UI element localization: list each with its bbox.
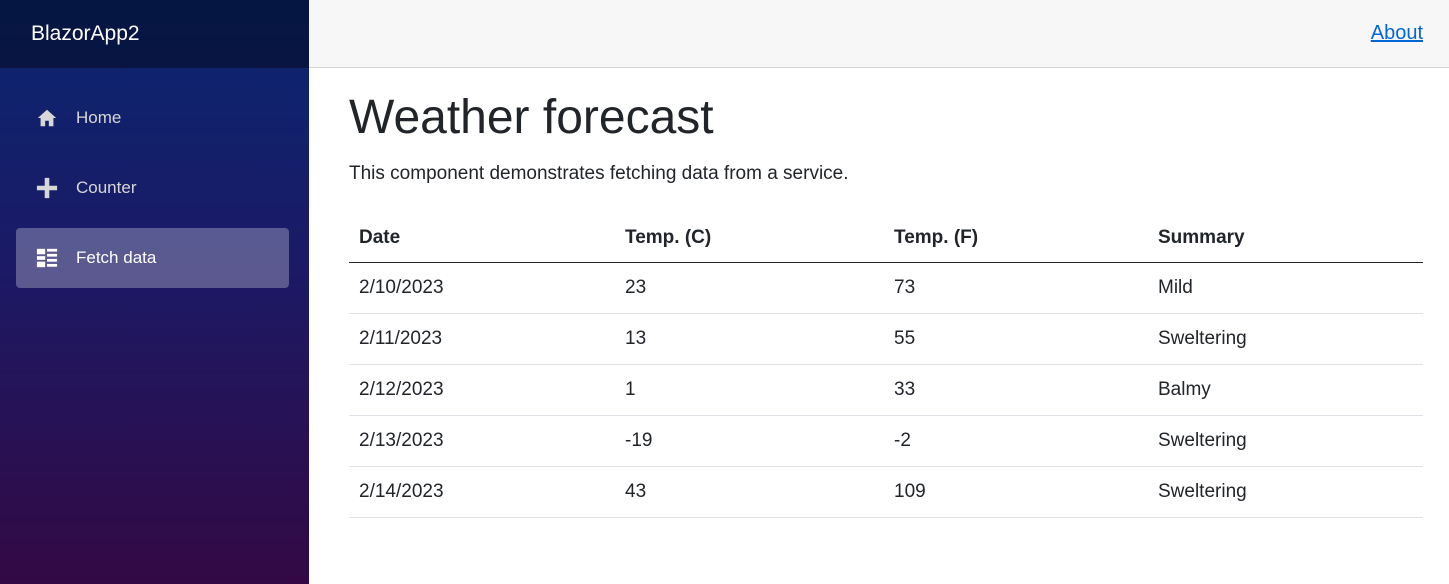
nav-item-home[interactable]: Home xyxy=(16,88,289,148)
nav-item-label: Counter xyxy=(76,178,137,197)
forecast-table: Date Temp. (C) Temp. (F) Summary 2/10/20… xyxy=(349,212,1423,519)
header-temp-f: Temp. (F) xyxy=(884,212,1148,264)
main-area: About Weather forecast This component de… xyxy=(309,0,1449,584)
header-date: Date xyxy=(349,212,615,264)
brand-link[interactable]: BlazorApp2 xyxy=(31,22,140,46)
cell-summary: Sweltering xyxy=(1148,313,1423,366)
list-icon xyxy=(36,247,58,269)
nav-item-label: Fetch data xyxy=(76,248,157,267)
table-row: 2/11/2023 13 55 Sweltering xyxy=(349,313,1423,366)
table-header-row: Date Temp. (C) Temp. (F) Summary xyxy=(349,212,1423,264)
cell-temp-c: 1 xyxy=(615,364,884,417)
cell-temp-f: 109 xyxy=(884,466,1148,519)
brand-bar: BlazorApp2 xyxy=(0,0,309,68)
cell-date: 2/14/2023 xyxy=(349,466,615,519)
page-description: This component demonstrates fetching dat… xyxy=(349,162,849,184)
cell-date: 2/12/2023 xyxy=(349,364,615,417)
cell-summary: Sweltering xyxy=(1148,466,1423,519)
table-row: 2/14/2023 43 109 Sweltering xyxy=(349,466,1423,519)
nav-item-label: Home xyxy=(76,108,122,127)
table-row: 2/13/2023 -19 -2 Sweltering xyxy=(349,415,1423,468)
cell-summary: Sweltering xyxy=(1148,415,1423,468)
cell-temp-f: 73 xyxy=(884,262,1148,315)
cell-temp-c: 23 xyxy=(615,262,884,315)
header-temp-c: Temp. (C) xyxy=(615,212,884,264)
nav-item-counter[interactable]: Counter xyxy=(16,158,289,218)
about-link[interactable]: About xyxy=(1371,22,1423,45)
cell-temp-c: 43 xyxy=(615,466,884,519)
cell-temp-f: 55 xyxy=(884,313,1148,366)
cell-date: 2/10/2023 xyxy=(349,262,615,315)
cell-temp-c: 13 xyxy=(615,313,884,366)
cell-date: 2/13/2023 xyxy=(349,415,615,468)
nav-item-fetch-data[interactable]: Fetch data xyxy=(16,228,289,288)
home-icon xyxy=(36,107,58,129)
page-title: Weather forecast xyxy=(349,91,714,144)
cell-date: 2/11/2023 xyxy=(349,313,615,366)
sidebar: BlazorApp2 Home Counter Fetch data xyxy=(0,0,309,584)
cell-temp-c: -19 xyxy=(615,415,884,468)
cell-summary: Balmy xyxy=(1148,364,1423,417)
table-row: 2/12/2023 1 33 Balmy xyxy=(349,364,1423,417)
cell-temp-f: 33 xyxy=(884,364,1148,417)
table-row: 2/10/2023 23 73 Mild xyxy=(349,262,1423,315)
plus-icon xyxy=(36,177,58,199)
header-summary: Summary xyxy=(1148,212,1423,264)
page-content: Weather forecast This component demonstr… xyxy=(309,68,1449,519)
cell-temp-f: -2 xyxy=(884,415,1148,468)
app-root: BlazorApp2 Home Counter Fetch data About… xyxy=(0,0,1449,584)
cell-summary: Mild xyxy=(1148,262,1423,315)
top-row: About xyxy=(309,0,1449,68)
nav-menu: Home Counter Fetch data xyxy=(0,68,309,288)
